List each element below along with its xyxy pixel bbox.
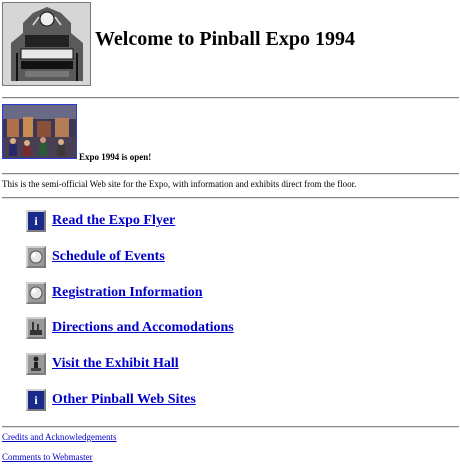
schedule-link[interactable]: Schedule of Events: [52, 249, 165, 265]
info-icon[interactable]: i: [26, 210, 46, 232]
open-status-text: Expo 1994 is open!: [79, 152, 152, 162]
divider: [2, 173, 459, 175]
expo-flyer-link[interactable]: Read the Expo Flyer: [52, 213, 175, 229]
divider: [2, 197, 459, 199]
nav-item-other-sites[interactable]: i Other Pinball Web Sites: [26, 387, 196, 413]
expo-floor-photo[interactable]: [2, 104, 77, 159]
other-sites-link[interactable]: Other Pinball Web Sites: [52, 392, 196, 408]
pinball-ball-graphic: [29, 250, 43, 264]
page-title: Welcome to Pinball Expo 1994: [95, 28, 355, 50]
exhibit-graphic: [31, 356, 41, 371]
expo-logo: [2, 2, 91, 86]
registration-link[interactable]: Registration Information: [52, 285, 203, 301]
divider: [2, 426, 459, 428]
directions-link[interactable]: Directions and Accomodations: [52, 320, 234, 336]
nav-item-expo-flyer[interactable]: i Read the Expo Flyer: [26, 208, 175, 234]
pinball-ball-graphic: [29, 286, 43, 300]
directions-graphic: [30, 322, 42, 335]
pinball-icon[interactable]: [26, 282, 46, 304]
credits-link[interactable]: Credits and Acknowledgements: [2, 432, 116, 442]
person-icon[interactable]: [26, 353, 46, 375]
exhibit-hall-link[interactable]: Visit the Exhibit Hall: [52, 356, 179, 372]
intro-text: This is the semi-official Web site for t…: [2, 179, 357, 189]
map-icon[interactable]: [26, 317, 46, 339]
expo-crowd-image: [3, 105, 76, 158]
nav-item-directions[interactable]: Directions and Accomodations: [26, 315, 234, 341]
webmaster-link[interactable]: Comments to Webmaster: [2, 452, 93, 462]
pinball-icon[interactable]: [26, 246, 46, 268]
divider: [2, 97, 459, 99]
nav-item-registration[interactable]: Registration Information: [26, 280, 203, 306]
nav-item-schedule[interactable]: Schedule of Events: [26, 244, 165, 270]
expo-logo-graphic: [3, 3, 90, 85]
info-icon[interactable]: i: [26, 389, 46, 411]
nav-item-exhibit-hall[interactable]: Visit the Exhibit Hall: [26, 351, 179, 377]
